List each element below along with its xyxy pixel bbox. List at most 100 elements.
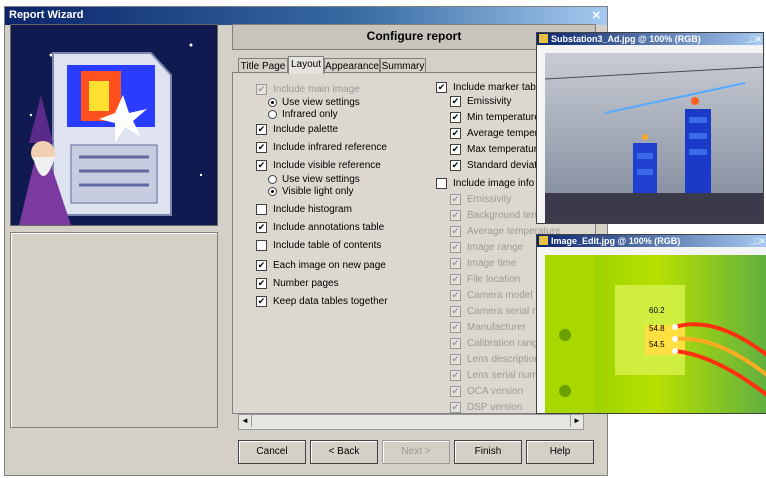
radio-icon[interactable]	[268, 174, 277, 184]
close-icon[interactable]: ✕	[592, 9, 601, 22]
checkbox-icon[interactable]: ✔	[256, 259, 267, 271]
image-window-title: Image_Edit.jpg @ 100% (RGB)	[551, 236, 681, 246]
checkbox-icon[interactable]: ✔	[450, 289, 461, 301]
radio-icon[interactable]	[268, 186, 277, 196]
window-title: Report Wizard	[9, 9, 84, 21]
checkbox-icon[interactable]: ✔	[256, 83, 267, 95]
checkbox-option[interactable]: ✔ Keep data tables together	[256, 294, 388, 308]
window-controls-icon[interactable]: _□×	[745, 34, 761, 44]
horizontal-scrollbar[interactable]: ◄ ►	[238, 414, 584, 430]
checkbox-option[interactable]: ✔ Include visible reference	[256, 158, 381, 172]
checkbox-icon[interactable]: ✔	[450, 273, 461, 285]
checkbox-icon[interactable]: ✔	[450, 225, 461, 237]
checkbox-icon[interactable]: ✔	[256, 159, 267, 171]
option-label: Include palette	[273, 123, 339, 135]
side-ruler	[537, 53, 545, 223]
image-window-title-bar[interactable]: Substation3_Ad.jpg @ 100% (RGB)	[537, 33, 763, 45]
scroll-left-icon[interactable]: ◄	[239, 415, 252, 427]
checkbox-icon[interactable]: ✔	[450, 209, 461, 221]
radio-icon[interactable]	[268, 97, 277, 107]
checkbox-icon[interactable]: ✔	[450, 193, 461, 205]
back-button[interactable]: < Back	[310, 440, 378, 464]
radio-icon[interactable]	[268, 109, 277, 119]
checkbox-icon[interactable]: ✔	[450, 127, 461, 139]
checkbox-option[interactable]: ✔ Include palette	[256, 122, 338, 136]
side-ruler	[537, 255, 545, 413]
checkbox-icon[interactable]: ✔	[256, 277, 267, 289]
checkbox-option[interactable]: ✔ DSP version	[450, 400, 522, 414]
tab-layout[interactable]: Layout	[288, 56, 324, 74]
checkbox-option[interactable]: ✔ Calibration range	[450, 336, 543, 350]
checkbox-option[interactable]: ✔ Standard deviatio	[450, 158, 545, 172]
checkbox-option[interactable]: ✔ Image time	[450, 256, 516, 270]
checkbox-icon[interactable]: ✔	[450, 321, 461, 333]
radio-option[interactable]: Visible light only	[268, 184, 354, 198]
cancel-button[interactable]: Cancel	[238, 440, 306, 464]
checkbox-option[interactable]: ✔ Lens serial numbe	[450, 368, 549, 382]
checkbox-option[interactable]: ✔ OCA version	[450, 384, 523, 398]
checkbox-icon[interactable]: ✔	[256, 221, 267, 233]
checkbox-icon[interactable]: ✔	[256, 141, 267, 153]
checkbox-option[interactable]: ✔ Min temperature	[450, 110, 540, 124]
option-label: Include marker table	[453, 81, 544, 93]
checkbox-option[interactable]: ✔ Manufacturer	[450, 320, 526, 334]
option-label: Keep data tables together	[273, 295, 388, 307]
option-label: Visible light only	[282, 185, 354, 197]
checkbox-icon[interactable]	[256, 239, 267, 251]
image-window-edit[interactable]: Image_Edit.jpg @ 100% (RGB) _□× 60.2 54.…	[536, 234, 766, 414]
checkbox-option[interactable]: ✔ Lens description	[450, 352, 540, 366]
checkbox-option[interactable]: Include histogram	[256, 202, 352, 216]
window-controls-icon[interactable]: _□×	[749, 236, 765, 246]
checkbox-icon[interactable]	[256, 203, 267, 215]
checkbox-icon[interactable]: ✔	[450, 95, 461, 107]
checkbox-icon[interactable]: ✔	[450, 111, 461, 123]
checkbox-option[interactable]: ✔ Emissivity	[450, 94, 511, 108]
option-label: Average temperat	[467, 127, 547, 139]
checkbox-icon[interactable]: ✔	[450, 159, 461, 171]
checkbox-option[interactable]: ✔ Include infrared reference	[256, 140, 387, 154]
checkbox-option[interactable]: Include image info	[436, 176, 534, 190]
checkbox-icon[interactable]: ✔	[450, 257, 461, 269]
checkbox-option[interactable]: ✔ Include annotations table	[256, 220, 384, 234]
checkbox-icon[interactable]: ✔	[450, 305, 461, 317]
option-label: Emissivity	[467, 193, 512, 205]
checkbox-icon[interactable]: ✔	[436, 81, 447, 93]
checkbox-icon[interactable]: ✔	[256, 123, 267, 135]
wizard-artwork	[10, 24, 218, 226]
checkbox-option[interactable]: ✔ File location	[450, 272, 520, 286]
checkbox-option[interactable]: Include table of contents	[256, 238, 381, 252]
checkbox-option[interactable]: ✔ Include marker table	[436, 80, 544, 94]
help-button[interactable]: Help	[526, 440, 594, 464]
option-label: Include main image	[273, 83, 360, 95]
checkbox-option[interactable]: ✔ Camera model	[450, 288, 533, 302]
option-label: Include annotations table	[273, 221, 385, 233]
finish-button[interactable]: Finish	[454, 440, 522, 464]
checkbox-icon[interactable]: ✔	[450, 353, 461, 365]
image-window-substation[interactable]: Substation3_Ad.jpg @ 100% (RGB) _□×	[536, 32, 764, 224]
checkbox-icon[interactable]: ✔	[450, 369, 461, 381]
title-bar[interactable]: Report Wizard ✕	[5, 7, 607, 25]
checkbox-option[interactable]: ✔ Each image on new page	[256, 258, 386, 272]
option-label: Min temperature	[467, 111, 540, 123]
checkbox-icon[interactable]: ✔	[450, 143, 461, 155]
radio-option[interactable]: Infrared only	[268, 107, 338, 121]
checkbox-option[interactable]: ✔ Image range	[450, 240, 523, 254]
image-window-title-bar[interactable]: Image_Edit.jpg @ 100% (RGB)	[537, 235, 766, 247]
checkbox-option[interactable]: ✔ Emissivity	[450, 192, 511, 206]
next-button[interactable]: Next >	[382, 440, 450, 464]
checkbox-icon[interactable]: ✔	[450, 241, 461, 253]
checkbox-icon[interactable]: ✔	[256, 295, 267, 307]
checkbox-icon[interactable]: ✔	[450, 337, 461, 349]
checkbox-option[interactable]: ✔ Number pages	[256, 276, 339, 290]
document-icon	[539, 34, 548, 43]
checkbox-icon[interactable]	[436, 177, 447, 189]
checkbox-option[interactable]: ✔ Average temperat	[450, 126, 546, 140]
checkbox-option[interactable]: ✔ Max temperature	[450, 142, 543, 156]
scroll-right-icon[interactable]: ►	[570, 415, 583, 427]
option-label: Background temp	[467, 209, 546, 221]
checkbox-icon[interactable]: ✔	[450, 385, 461, 397]
checkbox-icon[interactable]: ✔	[450, 401, 461, 413]
temp-label: 54.5	[649, 340, 665, 349]
checkbox-option[interactable]: ✔ Background temp	[450, 208, 545, 222]
checkbox-option[interactable]: ✔ Include main image	[256, 82, 360, 96]
